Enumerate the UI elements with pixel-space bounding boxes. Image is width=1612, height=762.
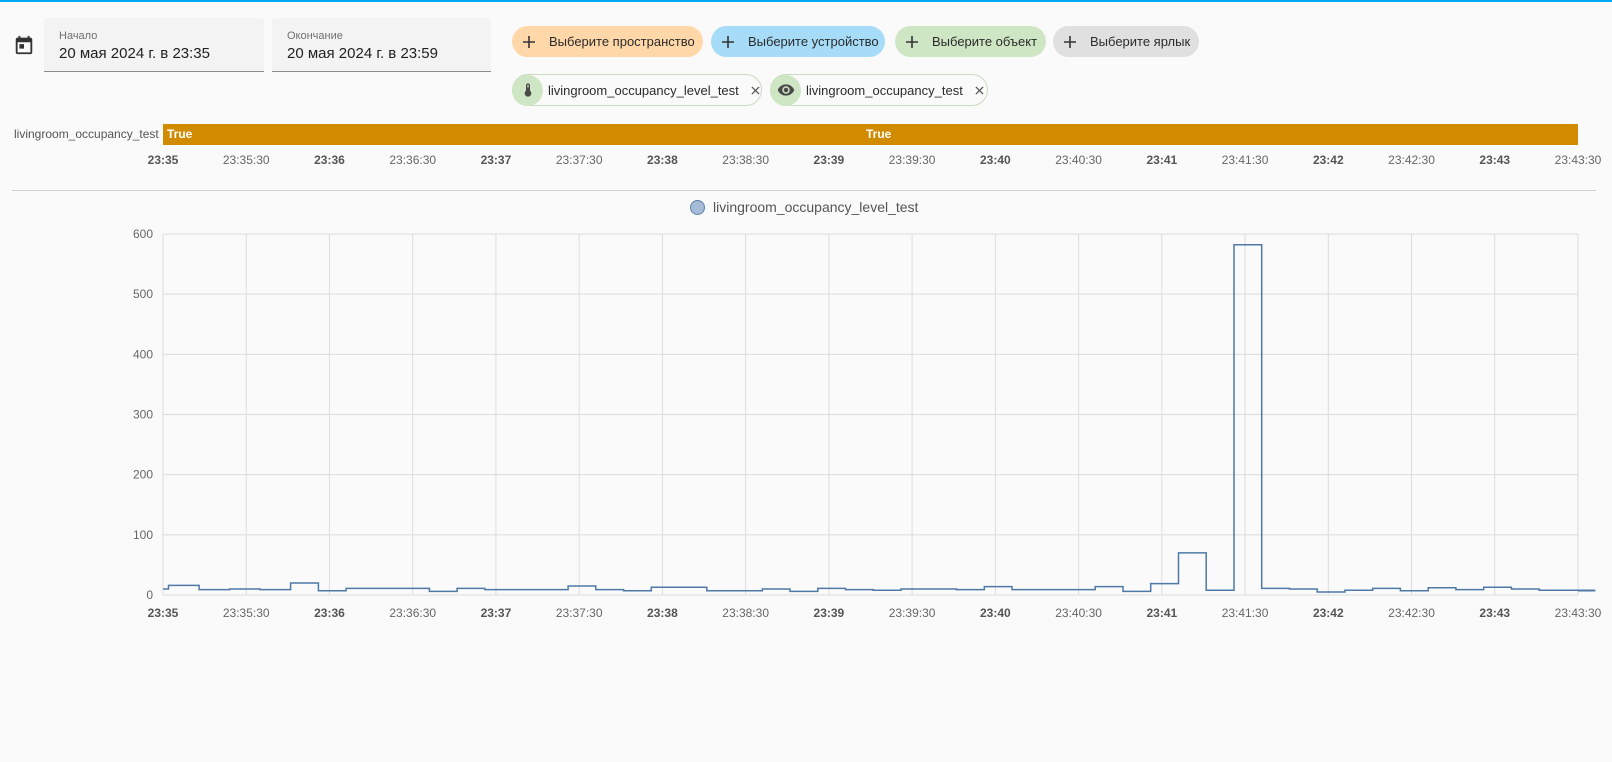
timeline-tick-label: 23:41 — [1146, 153, 1177, 167]
chip-select-entity[interactable]: Выберите объект — [895, 26, 1046, 57]
end-date-label: Окончание — [287, 30, 343, 42]
x-tick-label: 23:42:30 — [1388, 606, 1435, 620]
timeline-state-label: True — [167, 127, 193, 141]
x-tick-label: 23:41 — [1146, 606, 1177, 620]
x-tick-label: 23:35 — [148, 606, 179, 620]
timeline-entity-label: livingroom_occupancy_test — [14, 127, 159, 141]
y-tick-label: 600 — [133, 227, 153, 241]
eye-icon — [770, 74, 801, 106]
end-date-value: 20 мая 2024 г. в 23:59 — [287, 45, 438, 62]
chip-select-device-label: Выберите устройство — [748, 34, 879, 49]
x-tick-label: 23:35:30 — [223, 606, 270, 620]
chip-select-entity-label: Выберите объект — [932, 34, 1038, 49]
x-tick-label: 23:40 — [980, 606, 1011, 620]
x-tick-label: 23:39 — [814, 606, 845, 620]
series-line[interactable] — [163, 244, 1596, 593]
x-tick-label: 23:40:30 — [1055, 606, 1102, 620]
timeline-tick-label: 23:35:30 — [223, 153, 270, 167]
timeline-tick-label: 23:42 — [1313, 153, 1344, 167]
selected-entity-label: livingroom_occupancy_test — [806, 82, 963, 98]
x-tick-label: 23:38:30 — [722, 606, 769, 620]
timeline-state-bar[interactable]: True True — [163, 124, 1578, 145]
x-tick-label: 23:36 — [314, 606, 345, 620]
timeline-tick-label: 23:42:30 — [1388, 153, 1435, 167]
end-date-field[interactable]: Окончание 20 мая 2024 г. в 23:59 — [272, 18, 491, 72]
legend-swatch — [690, 199, 705, 215]
y-tick-label: 0 — [146, 588, 153, 602]
timeline-tick-label: 23:36:30 — [389, 153, 436, 167]
plus-icon — [722, 35, 734, 48]
timeline-tick-label: 23:43 — [1479, 153, 1510, 167]
timeline-tick-label: 23:39:30 — [889, 153, 936, 167]
top-accent-bar — [0, 0, 1612, 2]
timeline-tick-label: 23:39 — [814, 153, 845, 167]
selected-entity-label: livingroom_occupancy_level_test — [548, 82, 739, 98]
x-tick-label: 23:36:30 — [389, 606, 436, 620]
start-date-label: Начало — [59, 30, 98, 42]
y-tick-label: 300 — [133, 408, 153, 422]
section-divider — [12, 190, 1596, 191]
remove-icon[interactable] — [975, 85, 984, 95]
timeline-state-label: True — [866, 127, 892, 141]
x-tick-label: 23:41:30 — [1222, 606, 1269, 620]
y-tick-label: 100 — [133, 528, 153, 542]
timeline-tick-label: 23:40:30 — [1055, 153, 1102, 167]
line-chart: 0 100 200 300 400 500 600 23:35 23:35:30 23:36 23:… — [133, 227, 1602, 620]
y-tick-label: 200 — [133, 468, 153, 482]
x-tick-label: 23:38 — [647, 606, 678, 620]
chip-select-area[interactable]: Выберите пространство — [512, 26, 703, 57]
chart-legend-item[interactable]: livingroom_occupancy_level_test — [690, 199, 918, 215]
plus-icon — [523, 35, 535, 48]
calendar-icon[interactable] — [13, 34, 35, 56]
x-tick-label: 23:39:30 — [889, 606, 936, 620]
selected-entity-chip[interactable]: livingroom_occupancy_test — [770, 74, 988, 106]
chip-select-label[interactable]: Выберите ярлык — [1053, 26, 1199, 57]
selected-entity-chip[interactable]: livingroom_occupancy_level_test — [512, 74, 762, 106]
timeline-x-axis: 23:35 23:35:30 23:36 23:36:30 23:37 23:37:30 2… — [148, 153, 1602, 167]
legend-label: livingroom_occupancy_level_test — [713, 199, 919, 215]
timeline-tick-label: 23:38 — [647, 153, 678, 167]
timeline-tick-label: 23:40 — [980, 153, 1011, 167]
chip-select-area-label: Выберите пространство — [549, 34, 695, 49]
remove-icon[interactable] — [751, 85, 760, 95]
x-tick-label: 23:37:30 — [556, 606, 603, 620]
start-date-field[interactable]: Начало 20 мая 2024 г. в 23:35 — [44, 18, 264, 72]
timeline-tick-label: 23:38:30 — [722, 153, 769, 167]
timeline-tick-label: 23:36 — [314, 153, 345, 167]
y-tick-label: 400 — [133, 347, 153, 361]
x-tick-label: 23:43:30 — [1555, 606, 1602, 620]
timeline-tick-label: 23:35 — [148, 153, 179, 167]
plus-icon — [906, 35, 918, 48]
x-tick-label: 23:43 — [1479, 606, 1510, 620]
chip-select-label-label: Выберите ярлык — [1090, 34, 1191, 49]
x-tick-label: 23:37 — [481, 606, 512, 620]
timeline-tick-label: 23:37 — [481, 153, 512, 167]
y-tick-label: 500 — [133, 287, 153, 301]
chip-select-device[interactable]: Выберите устройство — [711, 26, 885, 57]
timeline-tick-label: 23:41:30 — [1222, 153, 1269, 167]
plus-icon — [1064, 35, 1076, 48]
start-date-value: 20 мая 2024 г. в 23:35 — [59, 45, 210, 62]
timeline-tick-label: 23:37:30 — [556, 153, 603, 167]
thermometer-icon — [512, 74, 543, 106]
x-tick-label: 23:42 — [1313, 606, 1344, 620]
timeline-tick-label: 23:43:30 — [1555, 153, 1602, 167]
